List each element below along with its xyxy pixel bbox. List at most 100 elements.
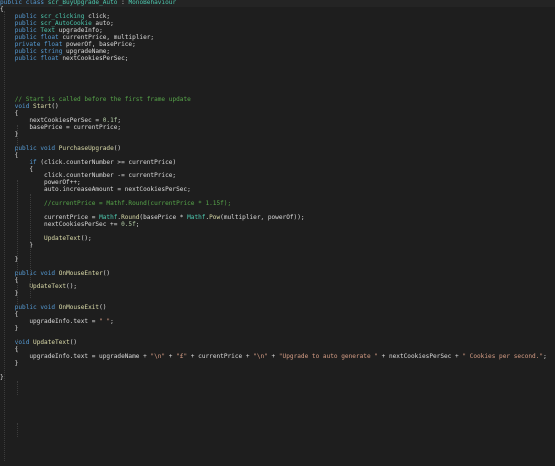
code-token-method: OnMouseEnter: [58, 269, 103, 277]
code-token-text: {: [0, 311, 19, 319]
code-token-keyword: public: [14, 33, 37, 41]
code-line: }: [0, 360, 555, 368]
code-token-text: ;: [543, 352, 547, 360]
code-line: upgradeInfo.text = upgradeName + "\n" + …: [0, 352, 555, 361]
code-token-method: Start: [33, 103, 52, 111]
indent-guide: [17, 125, 18, 153]
code-token-text: ();: [66, 283, 78, 291]
code-token-type: MonoBehaviour: [128, 0, 177, 6]
code-token-text: (): [113, 144, 122, 152]
code-token-type: scr_BuyUpgrade_Auto: [47, 0, 118, 6]
code-token-text: click.counterNumber -= currentPrice;: [0, 172, 177, 180]
code-token-keyword: void: [40, 144, 56, 152]
code-token-text: basePrice = currentPrice;: [0, 123, 122, 131]
code-token-method: UpdateText: [33, 338, 70, 346]
code-token-text: ;: [110, 318, 114, 326]
code-token-text: powerOf, basePrice;: [62, 40, 136, 48]
code-token-method: PurchaseUpgrade: [58, 144, 114, 152]
code-token-keyword: public: [14, 54, 37, 62]
code-editor[interactable]: public class scr_BuyUpgrade_Auto : MonoB…: [0, 0, 555, 466]
code-line: public void PurchaseUpgrade(): [0, 144, 555, 153]
indent-guide: [17, 423, 18, 437]
code-token-keyword: if: [29, 158, 37, 166]
code-token-type: scr_clicking: [40, 12, 85, 20]
code-token-keyword: void: [40, 269, 56, 277]
code-token-text: (click.counterNumber >= currentPrice): [36, 158, 177, 166]
code-token-number: 0.1f: [102, 116, 118, 124]
code-token-keyword: string: [40, 47, 63, 55]
code-token-keyword: class: [25, 0, 45, 6]
code-token-text: powerOf++;: [0, 179, 81, 187]
code-line: if (click.counterNumber >= currentPrice): [0, 158, 555, 167]
code-token-string: "\n": [150, 352, 166, 360]
code-token-keyword: public: [14, 12, 37, 20]
code-token-text: auto;: [91, 19, 114, 27]
code-token-text: (): [69, 338, 78, 346]
code-token-text: currentPrice =: [0, 214, 100, 222]
code-line: }: [0, 325, 555, 333]
code-token-string: " ": [99, 318, 111, 326]
indent-guide: [4, 11, 5, 461]
code-token-type: scr_AutoCookie: [40, 19, 92, 27]
code-token-text: (): [102, 269, 111, 277]
code-line: auto.increaseAmount = nextCookiesPerSec;: [0, 186, 555, 194]
code-token-text: upgradeName;: [62, 47, 111, 55]
code-token-text: (): [99, 304, 107, 312]
code-token-string: " Cookies per second.": [462, 352, 544, 360]
code-token-text: upgradeInfo;: [55, 26, 103, 34]
code-token-method: UpdateText: [29, 283, 67, 291]
code-token-text: }: [0, 130, 19, 138]
code-token-keyword: public: [14, 26, 37, 34]
code-token-type: Mathf: [187, 214, 206, 222]
code-token-text: (): [51, 103, 59, 111]
code-token-text: }: [0, 255, 19, 263]
code-token-text: }: [0, 290, 19, 298]
code-token-text: }: [0, 325, 19, 333]
code-token-string: "Upgrade to auto generate ": [278, 352, 378, 360]
code-token-keyword: float: [44, 40, 63, 48]
code-line: upgradeInfo.text = " ";: [0, 318, 555, 326]
code-token-keyword: void: [14, 103, 30, 111]
code-line: }: [0, 290, 555, 298]
code-token-keyword: float: [40, 33, 59, 41]
code-token-text: +: [267, 352, 279, 360]
indent-guide: [17, 339, 18, 353]
code-token-string: "\n": [253, 352, 268, 360]
code-token-text: auto.increaseAmount = nextCookiesPerSec;: [0, 186, 191, 194]
code-line: nextCookiesPerSec += 0.5f;: [0, 221, 555, 229]
code-token-comment: //currentPrice = Mathf.Round(currentPric…: [44, 200, 232, 208]
code-token-number: 0.5f: [121, 221, 136, 228]
code-token-text: click;: [84, 12, 111, 20]
code-token-text: :: [117, 0, 129, 6]
code-token-keyword: public: [14, 47, 37, 55]
code-token-text: {: [0, 345, 19, 353]
code-line: void UpdateText(): [0, 338, 555, 347]
code-token-text: (basePrice *: [139, 214, 188, 222]
code-token-text: + currentPrice +: [187, 352, 254, 360]
code-line: }: [0, 255, 555, 264]
code-token-method: OnMouseExit: [58, 304, 100, 312]
code-token-text: + nextCookiesPerSec +: [377, 352, 463, 360]
code-token-text: ;: [117, 116, 122, 124]
code-token-text: {: [0, 110, 19, 117]
code-lines: public class scr_BuyUpgrade_Auto : MonoB…: [0, 0, 555, 382]
